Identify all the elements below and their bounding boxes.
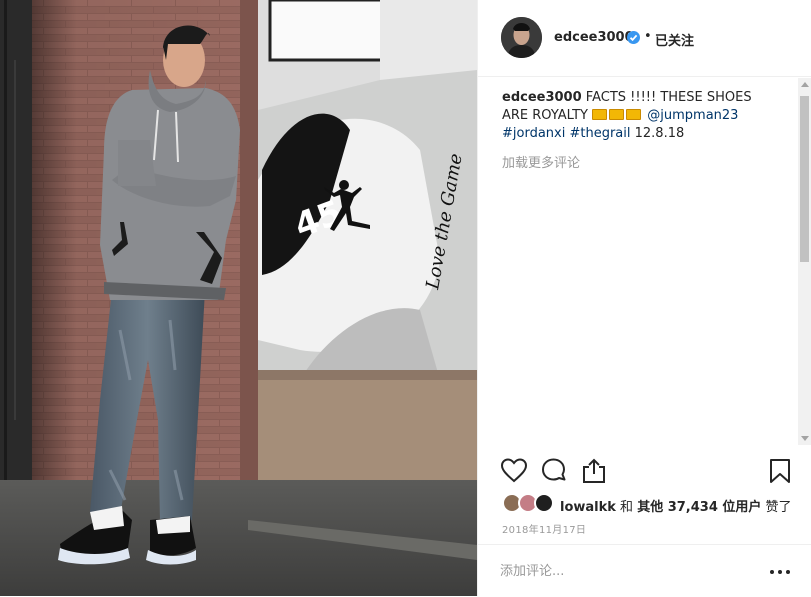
likes-text: lowalkk 和 其他 37,434 位用户 赞了 [560, 496, 792, 515]
action-bar [478, 445, 811, 493]
separator-dot: • [644, 29, 652, 44]
more-options-icon[interactable] [768, 561, 792, 581]
photo-illustration: 45 Love the Game [0, 0, 477, 596]
comment-input[interactable] [500, 561, 750, 581]
author-avatar-image [501, 17, 542, 58]
post-details-panel: edcee3000 • 已关注 edcee3000 FACTS !!!!! TH… [477, 0, 811, 596]
likes-summary[interactable]: lowalkk 和 其他 37,434 位用户 赞了 [502, 493, 802, 515]
load-more-comments-button[interactable]: 加载更多评论 [502, 152, 580, 171]
hashtag-link-jordanxi[interactable]: #jordanxi [502, 126, 565, 141]
post-date: 2018年11月17日 [502, 525, 587, 536]
scroll-up-arrow-icon[interactable] [801, 82, 809, 87]
comments-scrollbar[interactable] [798, 78, 811, 445]
scroll-down-arrow-icon[interactable] [801, 436, 809, 441]
mention-link[interactable]: @jumpman23 [647, 108, 738, 123]
liker-avatar [534, 493, 554, 513]
post-photo[interactable]: 45 Love the Game [0, 0, 477, 596]
crown-emoji-icon [609, 109, 625, 120]
comments-area[interactable]: edcee3000 FACTS !!!!! THESE SHOES ARE RO… [478, 77, 798, 444]
liker-username[interactable]: lowalkk [560, 500, 616, 515]
likes-count-link[interactable]: 其他 37,434 位用户 [637, 500, 761, 515]
caption-date-text: 12.8.18 [630, 126, 685, 141]
author-avatar[interactable] [501, 17, 542, 58]
heart-icon[interactable] [500, 457, 528, 485]
author-username[interactable]: edcee3000 [554, 30, 634, 45]
post-header: edcee3000 • 已关注 [478, 0, 811, 77]
likes-suffix: 赞了 [761, 500, 792, 515]
likes-connector: 和 [615, 500, 638, 515]
share-icon[interactable] [580, 457, 608, 485]
hashtag-link-thegrail[interactable]: #thegrail [569, 126, 630, 141]
scrollbar-thumb[interactable] [800, 96, 809, 262]
verified-badge-icon [627, 31, 640, 44]
comment-icon[interactable] [540, 457, 568, 485]
post-caption: edcee3000 FACTS !!!!! THESE SHOES ARE RO… [502, 89, 772, 143]
crown-emoji-icon [592, 109, 608, 120]
instagram-post: 45 Love the Game edcee3000 • 已关注 edcee30… [0, 0, 811, 596]
bookmark-icon[interactable] [766, 457, 794, 485]
add-comment-bar [478, 544, 811, 597]
caption-username[interactable]: edcee3000 [502, 90, 582, 105]
following-button[interactable]: 已关注 [655, 30, 694, 49]
crown-emoji-icon [626, 109, 642, 120]
